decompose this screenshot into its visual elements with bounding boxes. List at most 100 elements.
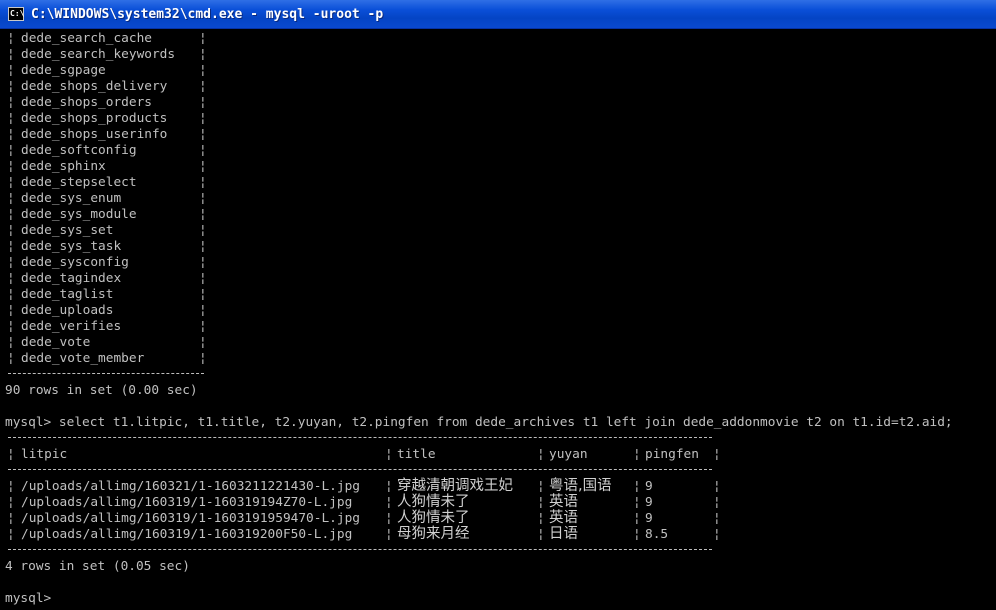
column-separator: ¦: [199, 31, 207, 46]
column-separator: ¦: [7, 527, 15, 542]
column-separator: ¦: [199, 47, 207, 62]
yuyan-cell: 英语: [549, 510, 578, 526]
pingfen-cell: 9: [645, 511, 653, 526]
column-separator: ¦: [7, 303, 15, 318]
litpic-cell: /uploads/allimg/160319/1-1603191959470-L…: [21, 511, 360, 526]
table-name: dede_verifies: [21, 319, 122, 334]
table-name: dede_stepselect: [21, 175, 137, 190]
table-name: dede_tagindex: [21, 271, 122, 286]
column-separator: ¦: [633, 527, 641, 542]
litpic-cell: /uploads/allimg/160319/1-160319200F50-L.…: [21, 527, 353, 542]
column-separator: ¦: [7, 143, 15, 158]
column-separator: ¦: [537, 479, 545, 494]
table-name: dede_uploads: [21, 303, 114, 318]
title-cell: 人狗情未了: [397, 510, 470, 526]
mysql-prompt[interactable]: mysql>: [5, 591, 51, 607]
result-header-border: [8, 469, 712, 470]
column-separator: ¦: [199, 79, 207, 94]
table-name: dede_softconfig: [21, 143, 137, 158]
column-separator: ¦: [199, 63, 207, 78]
table-name: dede_shops_delivery: [21, 79, 168, 94]
column-separator: ¦: [199, 111, 207, 126]
column-separator: ¦: [7, 63, 15, 78]
table-name: dede_taglist: [21, 287, 114, 302]
yuyan-cell: 粤语,国语: [549, 478, 612, 494]
window-title: C:\WINDOWS\system32\cmd.exe - mysql -uro…: [31, 6, 384, 22]
column-separator: ¦: [199, 127, 207, 142]
column-separator: ¦: [7, 223, 15, 238]
title-header: title: [397, 447, 436, 462]
column-separator: ¦: [199, 303, 207, 318]
column-separator: ¦: [199, 159, 207, 174]
column-separator: ¦: [199, 319, 207, 334]
column-separator: ¦: [7, 447, 15, 462]
table-name: dede_shops_products: [21, 111, 168, 126]
column-separator: ¦: [7, 351, 15, 366]
column-separator: ¦: [199, 223, 207, 238]
column-separator: ¦: [199, 271, 207, 286]
column-separator: ¦: [7, 287, 15, 302]
pingfen-header: pingfen: [645, 447, 699, 462]
column-separator: ¦: [199, 287, 207, 302]
table-name: dede_shops_userinfo: [21, 127, 168, 142]
column-separator: ¦: [633, 479, 641, 494]
column-separator: ¦: [537, 447, 545, 462]
column-separator: ¦: [7, 111, 15, 126]
column-separator: ¦: [385, 479, 393, 494]
litpic-header: litpic: [21, 447, 68, 462]
column-separator: ¦: [199, 207, 207, 222]
column-separator: ¦: [385, 527, 393, 542]
column-separator: ¦: [199, 255, 207, 270]
column-separator: ¦: [713, 511, 721, 526]
table-name: dede_sys_enum: [21, 191, 122, 206]
cmd-window: C:\ C:\WINDOWS\system32\cmd.exe - mysql …: [0, 0, 996, 610]
column-separator: ¦: [7, 159, 15, 174]
column-separator: ¦: [7, 239, 15, 254]
column-separator: ¦: [199, 175, 207, 190]
title-bar[interactable]: C:\ C:\WINDOWS\system32\cmd.exe - mysql …: [0, 0, 996, 29]
litpic-cell: /uploads/allimg/160319/1-160319194Z70-L.…: [21, 495, 353, 510]
console-output[interactable]: ¦ dede_search_cache ¦ ¦ dede_search_keywords…: [0, 30, 996, 610]
column-separator: ¦: [199, 239, 207, 254]
pingfen-cell: 9: [645, 495, 653, 510]
column-separator: ¦: [199, 191, 207, 206]
column-separator: ¦: [7, 271, 15, 286]
table-name: dede_sgpage: [21, 63, 106, 78]
tables-summary: 90 rows in set (0.00 sec): [5, 383, 198, 398]
column-separator: ¦: [633, 495, 641, 510]
column-separator: ¦: [537, 527, 545, 542]
column-separator: ¦: [7, 31, 15, 46]
column-separator: ¦: [537, 511, 545, 526]
table-name: dede_sysconfig: [21, 255, 129, 270]
yuyan-cell: 日语: [549, 526, 578, 542]
column-separator: ¦: [7, 95, 15, 110]
table-name: dede_search_cache: [21, 31, 152, 46]
yuyan-cell: 英语: [549, 494, 578, 510]
column-separator: ¦: [199, 351, 207, 366]
table-name: dede_sys_set: [21, 223, 114, 238]
column-separator: ¦: [633, 511, 641, 526]
title-cell: 穿越清朝调戏王妃: [397, 478, 513, 494]
pingfen-cell: 9: [645, 479, 653, 494]
table-name: dede_sphinx: [21, 159, 106, 174]
column-separator: ¦: [633, 447, 641, 462]
title-cell: 母狗来月经: [397, 526, 470, 542]
table-name: dede_search_keywords: [21, 47, 176, 62]
column-separator: ¦: [7, 255, 15, 270]
result-bottom-border: [8, 549, 712, 550]
column-separator: ¦: [713, 495, 721, 510]
column-separator: ¦: [713, 527, 721, 542]
column-separator: ¦: [7, 175, 15, 190]
column-separator: ¦: [199, 143, 207, 158]
column-separator: ¦: [385, 495, 393, 510]
title-cell: 人狗情未了: [397, 494, 470, 510]
cmd-icon[interactable]: C:\: [8, 7, 24, 21]
column-separator: ¦: [7, 79, 15, 94]
column-separator: ¦: [385, 511, 393, 526]
query-line: mysql> select t1.litpic, t1.title, t2.yu…: [5, 415, 953, 430]
column-separator: ¦: [537, 495, 545, 510]
column-separator: ¦: [7, 207, 15, 222]
column-separator: ¦: [7, 319, 15, 334]
table-name: dede_sys_task: [21, 239, 122, 254]
column-separator: ¦: [7, 479, 15, 494]
